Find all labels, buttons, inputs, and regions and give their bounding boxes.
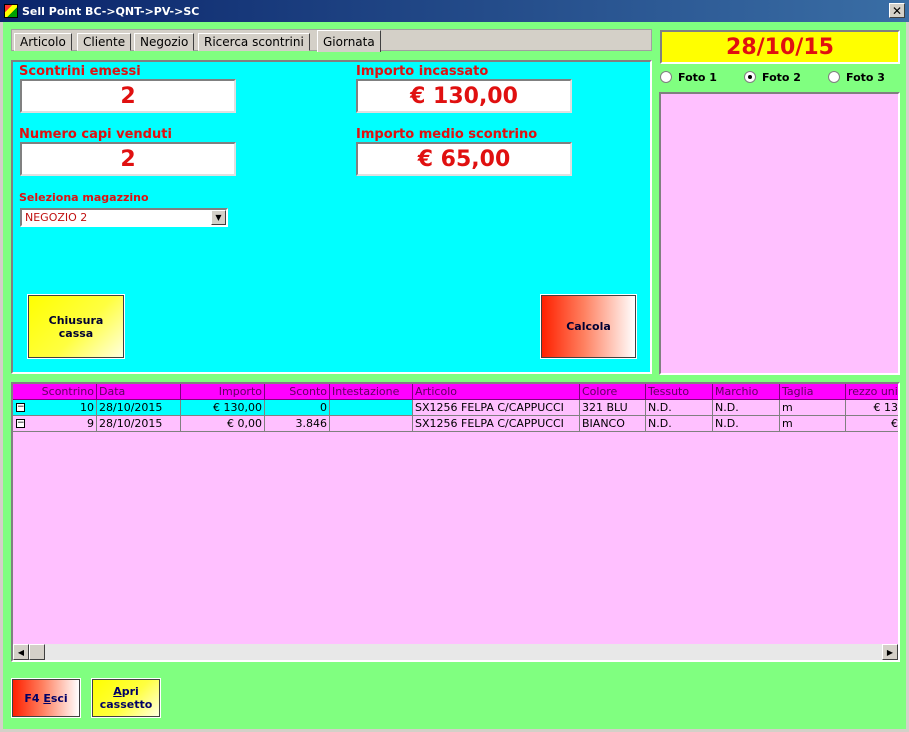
cell-intestazione bbox=[330, 400, 413, 416]
tab-label: Cliente bbox=[83, 35, 126, 49]
table-row[interactable]: 10 28/10/2015 € 130,00 0 SX1256 FELPA C/… bbox=[13, 400, 898, 416]
importo-incassato-value: € 130,00 bbox=[356, 79, 572, 113]
cell-prezzo: € bbox=[846, 416, 898, 432]
calcola-label: Calcola bbox=[566, 320, 611, 333]
calcola-button[interactable]: Calcola bbox=[540, 294, 637, 359]
column-header[interactable]: Tessuto bbox=[646, 384, 713, 400]
column-header[interactable]: Taglia bbox=[780, 384, 846, 400]
apri-cassetto-label: Apri cassetto bbox=[99, 685, 153, 711]
column-header[interactable]: Colore bbox=[580, 384, 646, 400]
tab-ricerca-scontrini[interactable]: Ricerca scontrini bbox=[198, 33, 310, 51]
column-header[interactable]: Scontrino bbox=[13, 384, 97, 400]
cell-tessuto: N.D. bbox=[646, 416, 713, 432]
radio-icon bbox=[828, 71, 840, 83]
radio-label: Foto 2 bbox=[762, 70, 801, 84]
numero-capi-label: Numero capi venduti bbox=[19, 127, 172, 142]
cell-scontrino: 9 bbox=[13, 416, 97, 432]
tab-label: Ricerca scontrini bbox=[204, 35, 304, 49]
importo-medio-value: € 65,00 bbox=[356, 142, 572, 176]
cell-sconto: 0 bbox=[265, 400, 330, 416]
collapse-icon[interactable]: − bbox=[16, 419, 25, 428]
tab-strip: Articolo Cliente Negozio Ricerca scontri… bbox=[11, 29, 652, 52]
cell-articolo: SX1256 FELPA C/CAPPUCCI bbox=[413, 416, 580, 432]
cell-importo: € 130,00 bbox=[181, 400, 265, 416]
cell-marchio: N.D. bbox=[713, 416, 780, 432]
scontrini-grid: Scontrino Data Importo Sconto Intestazio… bbox=[11, 382, 900, 662]
magazzino-label: Seleziona magazzino bbox=[19, 191, 149, 204]
scroll-left-icon[interactable]: ◀ bbox=[13, 644, 29, 660]
tab-articolo[interactable]: Articolo bbox=[14, 33, 72, 51]
esci-button[interactable]: F4 Esci bbox=[11, 678, 81, 718]
tab-giornata[interactable]: Giornata bbox=[317, 30, 381, 52]
column-header[interactable]: Data bbox=[97, 384, 181, 400]
radio-checked-icon bbox=[744, 71, 756, 83]
cell-colore: 321 BLU bbox=[580, 400, 646, 416]
chevron-down-icon[interactable]: ▼ bbox=[211, 210, 226, 225]
tab-cliente[interactable]: Cliente bbox=[77, 33, 132, 51]
chiusura-cassa-label: Chiusura cassa bbox=[48, 313, 104, 340]
chiusura-cassa-button[interactable]: Chiusura cassa bbox=[27, 294, 125, 359]
cell-taglia: m bbox=[780, 416, 846, 432]
app-icon bbox=[4, 4, 18, 18]
cell-data: 28/10/2015 bbox=[97, 416, 181, 432]
cell-importo: € 0,00 bbox=[181, 416, 265, 432]
column-header[interactable]: rezzo uni bbox=[846, 384, 898, 400]
cell-data: 28/10/2015 bbox=[97, 400, 181, 416]
photo-preview bbox=[659, 92, 900, 375]
cell-prezzo: € 13 bbox=[846, 400, 898, 416]
date-display: 28/10/15 bbox=[660, 30, 900, 64]
scontrini-emessi-value: 2 bbox=[20, 79, 236, 113]
giornata-panel: Scontrini emessi 2 Importo incassato € 1… bbox=[11, 60, 652, 374]
column-header[interactable]: Articolo bbox=[413, 384, 580, 400]
magazzino-value: NEGOZIO 2 bbox=[25, 211, 88, 224]
importo-medio-label: Importo medio scontrino bbox=[356, 127, 538, 142]
close-icon[interactable]: ✕ bbox=[889, 3, 905, 18]
radio-label: Foto 3 bbox=[846, 70, 885, 84]
grid-header: Scontrino Data Importo Sconto Intestazio… bbox=[13, 384, 898, 400]
column-header[interactable]: Importo bbox=[181, 384, 265, 400]
tab-negozio[interactable]: Negozio bbox=[134, 33, 195, 51]
horizontal-scrollbar[interactable]: ◀ ▶ bbox=[13, 644, 898, 660]
esci-label: F4 Esci bbox=[24, 691, 68, 705]
tab-label: Negozio bbox=[140, 35, 189, 49]
collapse-icon[interactable]: − bbox=[16, 403, 25, 412]
numero-capi-value: 2 bbox=[20, 142, 236, 176]
scroll-thumb[interactable] bbox=[29, 644, 45, 660]
magazzino-select[interactable]: NEGOZIO 2 ▼ bbox=[20, 208, 228, 227]
table-row[interactable]: 9 28/10/2015 € 0,00 3.846 SX1256 FELPA C… bbox=[13, 416, 898, 432]
column-header[interactable]: Intestazione bbox=[330, 384, 413, 400]
cell-scontrino: 10 bbox=[13, 400, 97, 416]
window-title: Sell Point BC->QNT->PV->SC bbox=[22, 4, 200, 18]
apri-cassetto-button[interactable]: Apri cassetto bbox=[91, 678, 161, 718]
foto-3-radio[interactable]: Foto 3 bbox=[828, 70, 885, 84]
tab-label: Articolo bbox=[20, 35, 66, 49]
radio-label: Foto 1 bbox=[678, 70, 717, 84]
cell-taglia: m bbox=[780, 400, 846, 416]
radio-icon bbox=[660, 71, 672, 83]
scroll-right-icon[interactable]: ▶ bbox=[882, 644, 898, 660]
cell-colore: BIANCO bbox=[580, 416, 646, 432]
foto-2-radio[interactable]: Foto 2 bbox=[744, 70, 801, 84]
cell-intestazione bbox=[330, 416, 413, 432]
cell-marchio: N.D. bbox=[713, 400, 780, 416]
tab-label: Giornata bbox=[323, 34, 375, 49]
importo-incassato-label: Importo incassato bbox=[356, 64, 489, 79]
column-header[interactable]: Marchio bbox=[713, 384, 780, 400]
cell-sconto: 3.846 bbox=[265, 416, 330, 432]
scontrini-emessi-label: Scontrini emessi bbox=[19, 64, 141, 79]
foto-1-radio[interactable]: Foto 1 bbox=[660, 70, 717, 84]
cell-tessuto: N.D. bbox=[646, 400, 713, 416]
title-bar: Sell Point BC->QNT->PV->SC ✕ bbox=[0, 0, 909, 22]
column-header[interactable]: Sconto bbox=[265, 384, 330, 400]
cell-articolo: SX1256 FELPA C/CAPPUCCI bbox=[413, 400, 580, 416]
